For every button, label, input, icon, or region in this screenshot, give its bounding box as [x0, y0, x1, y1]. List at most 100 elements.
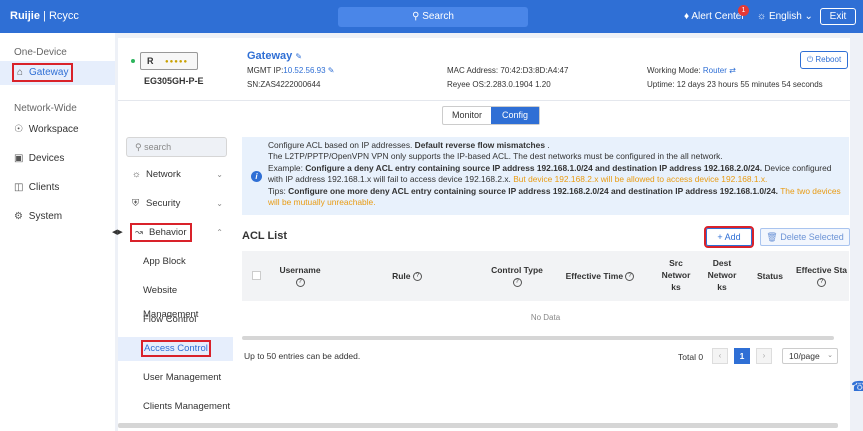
uptime: Uptime: 12 days 23 hours 55 minutes 54 s…: [647, 80, 823, 89]
global-search-button[interactable]: ⚲ Search: [338, 7, 528, 27]
menu-search-input[interactable]: ⚲ search: [126, 137, 227, 157]
top-bar: Ruijie | Rcycc ⚲ Search ♦ Alert Center 1…: [0, 0, 863, 33]
next-page-button[interactable]: ›: [756, 348, 772, 364]
nav-item-clients[interactable]: ◫ Clients: [0, 176, 115, 200]
col-rule: Rule ?: [382, 270, 432, 282]
menu-clients-management[interactable]: Clients Management: [118, 395, 233, 419]
alert-count-badge: 1: [738, 5, 749, 16]
notice-line-1: Configure ACL based on IP addresses. Def…: [268, 140, 550, 150]
mgmt-ip: MGMT IP:10.52.56.93 ✎: [247, 66, 335, 75]
device-led-icon: ●●●●●: [165, 59, 189, 65]
select-all-checkbox[interactable]: [252, 271, 261, 280]
chevron-down-icon: ⌄: [216, 199, 223, 208]
tab-config[interactable]: Config: [491, 107, 539, 124]
support-icon[interactable]: ☎: [851, 378, 863, 406]
shield-icon: ⛨: [132, 198, 140, 209]
empty-table-message: No Data: [530, 313, 561, 322]
info-icon: i: [251, 171, 262, 182]
page-size-select[interactable]: 10/page ⌄: [782, 348, 838, 364]
menu-app-block[interactable]: App Block: [118, 250, 233, 274]
chevron-down-icon: ⌄: [216, 170, 223, 179]
edit-ip-icon[interactable]: ✎: [328, 66, 335, 75]
menu-behavior[interactable]: ↝ Behavior ⌃: [118, 221, 233, 245]
plus-icon: +: [717, 232, 723, 242]
exit-button[interactable]: Exit: [820, 8, 856, 25]
workspace-icon: ☉: [14, 124, 23, 135]
trash-icon: 🗑: [766, 232, 778, 242]
acl-content: i Configure ACL based on IP addresses. D…: [242, 137, 850, 431]
bell-icon: ♦: [684, 11, 690, 22]
section-network-wide: Network-Wide: [14, 103, 77, 114]
col-src-networks: Src Networ ks: [661, 258, 691, 292]
logo: Ruijie | Rcycc: [10, 10, 79, 22]
menu-access-control[interactable]: Access Control: [118, 337, 233, 361]
prev-page-button[interactable]: ‹: [712, 348, 728, 364]
page-horizontal-scrollbar[interactable]: [118, 423, 838, 428]
acl-list-title: ACL List: [242, 230, 288, 242]
help-icon[interactable]: ?: [625, 272, 635, 282]
search-icon: ⚲: [135, 142, 142, 152]
nav-item-system[interactable]: ⚙ System: [0, 205, 115, 229]
col-status: Status: [757, 271, 783, 281]
chevron-left-icon: ‹: [718, 351, 722, 360]
globe-icon: ☼: [757, 11, 767, 22]
device-image: R ●●●●●: [140, 52, 198, 70]
chevron-right-icon: ›: [762, 351, 766, 360]
tab-monitor[interactable]: Monitor: [443, 107, 491, 124]
working-mode-link[interactable]: Router: [703, 66, 727, 75]
alert-center-button[interactable]: ♦ Alert Center: [684, 11, 745, 22]
menu-security[interactable]: ⛨ Security ⌄: [118, 192, 233, 216]
gear-icon: ⚙: [14, 211, 23, 222]
page-number-button[interactable]: 1: [734, 348, 750, 364]
chevron-up-icon: ⌃: [216, 228, 223, 237]
devices-icon: ▣: [14, 153, 24, 164]
os-version: Reyee OS:2.283.0.1904 1.20: [447, 80, 551, 89]
total-count: Total 0: [678, 352, 704, 362]
nav-item-gateway[interactable]: ⌂ Gateway: [0, 61, 115, 85]
collapse-arrows-icon[interactable]: ◀▶: [112, 228, 123, 236]
mgmt-ip-link[interactable]: 10.52.56.93: [283, 66, 325, 75]
help-icon[interactable]: ?: [295, 278, 305, 288]
menu-website-management[interactable]: Website Management: [118, 279, 233, 320]
add-button[interactable]: + Add: [704, 226, 754, 248]
config-menu: ⚲ search ☼ Network ⌄ ⛨ Security ⌄ ↝ Behavior ⌃…: [118, 137, 233, 431]
menu-user-management[interactable]: User Management: [118, 366, 233, 390]
working-mode: Working Mode: Router ⇄: [647, 66, 736, 75]
chevron-down-icon: ⌄: [827, 352, 833, 359]
main-panel: Monitor Config ⚲ search ☼ Network ⌄ ⛨ Secur…: [112, 100, 850, 431]
view-switch: Monitor Config: [442, 106, 540, 125]
notice-line-3: Example: Configure a deny ACL entry cont…: [268, 162, 832, 185]
edit-icon[interactable]: ✎: [295, 52, 302, 61]
device-header: R ●●●●● EG305GH-P-E Gateway ✎ MGMT IP:10…: [118, 38, 850, 100]
col-dest-networks: Dest Networ ks: [707, 258, 737, 292]
globe-icon: ☼: [132, 169, 141, 180]
col-control-type: Control Type?: [491, 265, 543, 288]
table-footer: Up to 50 entries can be added. Total 0 ‹…: [242, 345, 849, 375]
table-horizontal-scrollbar[interactable]: [242, 336, 834, 340]
device-name[interactable]: Gateway ✎: [247, 50, 302, 62]
nav-item-gateway-highlight: ⌂ Gateway: [11, 63, 74, 82]
notice-line-4: Tips: Configure one more deny ACL entry …: [268, 185, 841, 208]
col-username: Username?: [279, 265, 321, 288]
menu-behavior-highlight: ↝ Behavior: [130, 223, 192, 242]
help-icon[interactable]: ?: [817, 278, 826, 288]
acl-notice: i Configure ACL based on IP addresses. D…: [242, 137, 849, 215]
delete-selected-button[interactable]: 🗑 Delete Selected: [760, 228, 850, 246]
serial-number: SN:ZAS4222000644: [247, 80, 321, 89]
online-status-dot: [131, 59, 135, 63]
entry-limit-text: Up to 50 entries can be added.: [244, 351, 361, 361]
col-effective-status: Effective Sta?: [795, 265, 848, 288]
left-navigation: One-Device ⌂ Gateway Network-Wide ☉ Works…: [0, 33, 115, 431]
help-icon[interactable]: ?: [512, 278, 522, 288]
help-icon[interactable]: ?: [412, 272, 422, 282]
switch-icon[interactable]: ⇄: [729, 66, 736, 75]
menu-flow-control[interactable]: Flow Control: [118, 308, 233, 332]
menu-network[interactable]: ☼ Network ⌄: [118, 163, 233, 187]
nav-item-devices[interactable]: ▣ Devices: [0, 147, 115, 171]
reboot-button[interactable]: ⏻ Reboot: [800, 51, 848, 69]
device-model: EG305GH-P-E: [144, 76, 204, 86]
nav-item-workspace[interactable]: ☉ Workspace: [0, 118, 115, 142]
chevron-down-icon: ⌄: [804, 11, 813, 22]
home-icon: ⌂: [17, 67, 24, 78]
language-selector[interactable]: ☼ English ⌄: [757, 11, 813, 22]
